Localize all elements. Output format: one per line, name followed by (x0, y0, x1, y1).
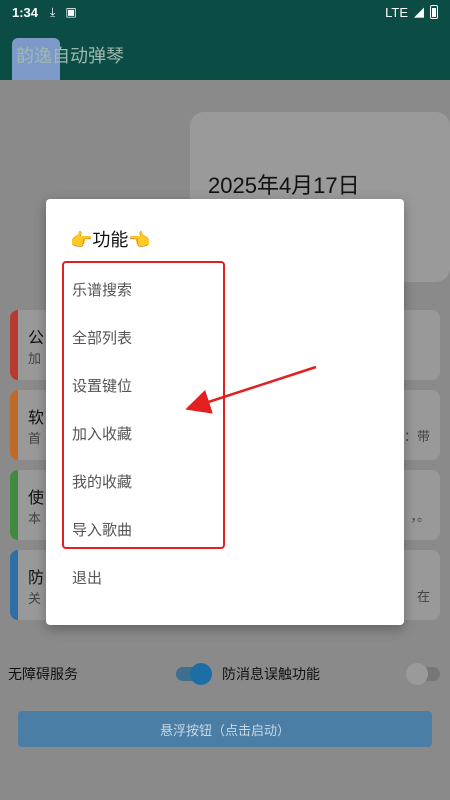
app-title: 韵逸自动弹琴 (16, 46, 124, 67)
card-subtitle: 关 (28, 592, 42, 607)
card-right-text: ，。 (410, 510, 430, 525)
status-right: LTE ◢ (385, 4, 438, 20)
status-bar: 1:34 ⤓ ▣ LTE ◢ (0, 0, 450, 24)
app-bar: 韵逸自动弹琴 (0, 24, 450, 86)
signal-icon: ◢ (414, 4, 424, 19)
card-subtitle: 首 (28, 432, 42, 447)
download-icon: ⤓ (50, 4, 56, 19)
card-stripe (10, 550, 18, 620)
card-title: 防 (28, 568, 45, 587)
card-subtitle: 本 (28, 512, 42, 527)
card-stripe (10, 390, 18, 460)
card-right-text: 在 (416, 590, 430, 605)
anti-touch-switch[interactable] (406, 663, 440, 685)
a-icon: ▣ (65, 5, 77, 19)
switch-knob (406, 663, 428, 685)
menu-item-exit[interactable]: 退出 (72, 567, 102, 588)
annotation-highlight-box (62, 261, 225, 549)
card-subtitle: 加 (28, 352, 42, 367)
card-right-text: ：带 (403, 430, 430, 445)
card-stripe (10, 470, 18, 540)
card-title: 使 (28, 488, 45, 507)
switch-knob (190, 663, 212, 685)
card-title: 公 (28, 328, 45, 347)
accessibility-service-switch[interactable] (176, 663, 212, 685)
date-text: 2025年4月17日 (208, 173, 360, 198)
accessibility-service-label: 无障碍服务 (8, 667, 78, 683)
float-button[interactable]: 悬浮按钮（点击启动） (18, 711, 432, 747)
dialog-title: 👉功能👈 (70, 230, 151, 251)
battery-icon (430, 5, 438, 19)
toggle-row: 无障碍服务 防消息误触功能 (0, 660, 450, 688)
anti-touch-label: 防消息误触功能 (222, 667, 320, 683)
status-time: 1:34 (12, 4, 39, 20)
card-stripe (10, 310, 18, 380)
network-label: LTE (385, 4, 408, 20)
card-title: 软 (28, 408, 45, 427)
